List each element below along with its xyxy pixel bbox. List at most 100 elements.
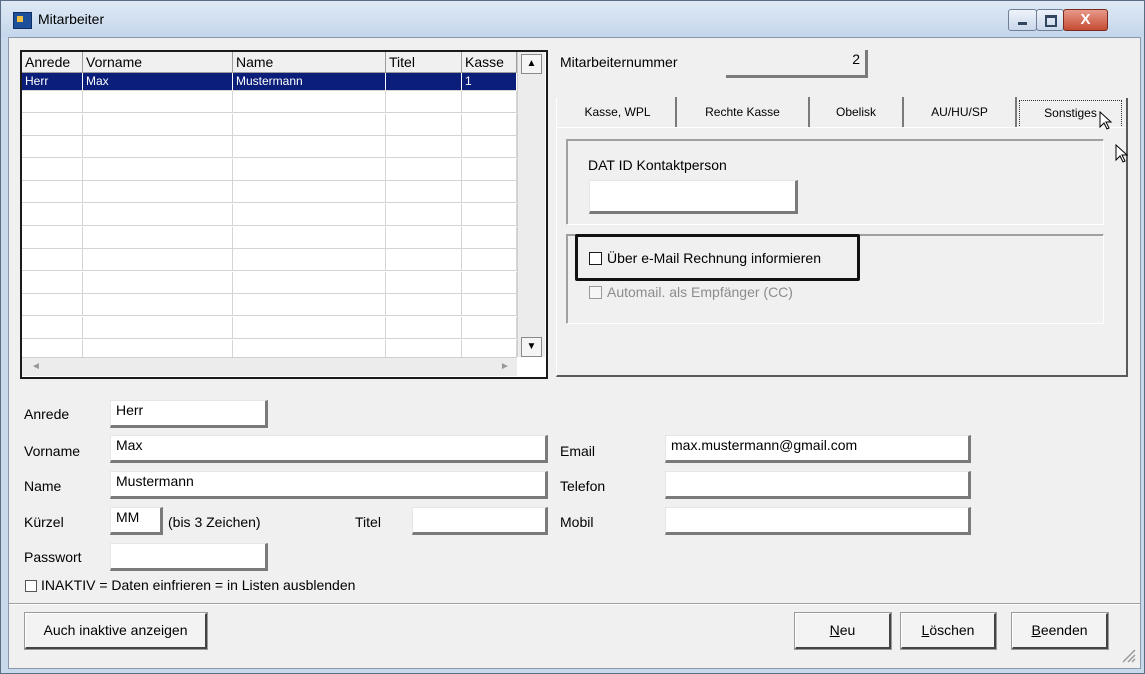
grid-header: Anrede Vorname Name Titel Kasse — [22, 52, 517, 73]
loeschen-button[interactable]: Löschen — [900, 612, 997, 650]
client-area: Anrede Vorname Name Titel Kasse Herr Max… — [8, 37, 1141, 669]
title-bar[interactable]: Mitarbeiter X — [1, 1, 1144, 37]
column-header-kasse[interactable]: Kasse — [462, 52, 517, 72]
table-row[interactable]: Herr Max Mustermann 1 — [22, 73, 517, 91]
cell-empty — [462, 226, 517, 249]
cell-empty — [462, 249, 517, 272]
cell-empty — [233, 294, 386, 317]
cell-empty — [462, 136, 517, 159]
cell-empty — [462, 113, 517, 136]
cursor-icon — [1115, 144, 1129, 163]
cell-empty — [22, 91, 83, 113]
email-input[interactable]: max.mustermann@gmail.com — [665, 435, 971, 463]
kuerzel-input[interactable]: MM — [110, 507, 163, 535]
window-title: Mitarbeiter — [38, 11, 105, 27]
cell-empty — [386, 204, 462, 226]
horizontal-scrollbar[interactable]: ◄ ► — [22, 357, 517, 376]
table-row-empty[interactable] — [22, 294, 517, 317]
cell-vorname: Max — [83, 73, 233, 91]
window: Mitarbeiter X Anrede Vorname Name Titel … — [0, 0, 1145, 674]
cell-empty — [386, 136, 462, 159]
passwort-input[interactable] — [110, 543, 268, 571]
mitarbeiternummer-label: Mitarbeiternummer — [560, 54, 678, 70]
telefon-input[interactable] — [665, 471, 971, 499]
anrede-input[interactable]: Herr — [110, 400, 268, 428]
tab-au-hu-sp[interactable]: AU/HU/SP — [904, 97, 1017, 127]
cell-empty — [83, 91, 233, 113]
app-icon — [13, 12, 32, 29]
loeschen-label: öschen — [929, 622, 975, 638]
beenden-label: eenden — [1040, 622, 1088, 638]
titel-input[interactable] — [412, 507, 548, 535]
table-row-empty[interactable] — [22, 181, 517, 204]
cell-empty — [22, 113, 83, 136]
email-label: Email — [560, 443, 596, 459]
employee-grid[interactable]: Anrede Vorname Name Titel Kasse Herr Max… — [20, 50, 548, 379]
mobil-input[interactable] — [665, 507, 971, 535]
table-row-empty[interactable] — [22, 113, 517, 136]
cell-empty — [83, 204, 233, 226]
vorname-label: Vorname — [24, 443, 81, 459]
cell-empty — [83, 181, 233, 204]
table-row-empty[interactable] — [22, 226, 517, 249]
email-invoice-label[interactable]: Über e-Mail Rechnung informieren — [607, 250, 821, 266]
scroll-up-icon[interactable]: ▲ — [521, 54, 542, 74]
cursor-icon — [1099, 111, 1113, 130]
dat-id-input[interactable] — [589, 180, 798, 214]
cell-empty — [83, 226, 233, 249]
email-invoice-checkbox[interactable] — [589, 252, 602, 265]
resize-grip-icon[interactable] — [1117, 644, 1137, 664]
close-button[interactable]: X — [1063, 9, 1108, 31]
cell-empty — [233, 204, 386, 226]
name-input[interactable]: Mustermann — [110, 471, 548, 499]
vorname-input[interactable]: Max — [110, 435, 548, 463]
automail-checkbox[interactable] — [589, 286, 602, 299]
scroll-down-icon[interactable]: ▼ — [521, 337, 542, 357]
tab-obelisk[interactable]: Obelisk — [810, 97, 904, 127]
cell-empty — [83, 158, 233, 181]
bottom-divider — [9, 603, 1140, 605]
cell-empty — [83, 317, 233, 339]
table-row-empty[interactable] — [22, 271, 517, 294]
cell-anrede: Herr — [22, 73, 83, 91]
table-row-empty[interactable] — [22, 158, 517, 181]
cell-empty — [462, 91, 517, 113]
cell-empty — [462, 317, 517, 339]
cell-titel — [386, 73, 462, 91]
scroll-left-icon[interactable]: ◄ — [28, 360, 44, 374]
column-header-vorname[interactable]: Vorname — [83, 52, 233, 72]
column-header-anrede[interactable]: Anrede — [22, 52, 83, 72]
column-header-name[interactable]: Name — [233, 52, 386, 72]
cell-name: Mustermann — [233, 73, 386, 91]
table-row-empty[interactable] — [22, 136, 517, 159]
tab-kasse-wpl[interactable]: Kasse, WPL — [560, 97, 677, 127]
table-row-empty[interactable] — [22, 204, 517, 226]
cell-empty — [462, 204, 517, 226]
table-row-empty[interactable] — [22, 249, 517, 272]
maximize-button[interactable] — [1036, 9, 1064, 31]
cell-empty — [386, 271, 462, 294]
table-row-empty[interactable] — [22, 317, 517, 339]
neu-button[interactable]: Neu — [794, 612, 892, 650]
inaktiv-checkbox[interactable] — [25, 580, 37, 592]
scroll-right-icon[interactable]: ► — [497, 360, 513, 374]
beenden-button[interactable]: Beenden — [1011, 612, 1109, 650]
inaktiv-label[interactable]: INAKTIV = Daten einfrieren = in Listen a… — [41, 577, 355, 593]
beenden-mnemonic: B — [1031, 622, 1041, 638]
cell-empty — [462, 158, 517, 181]
column-header-titel[interactable]: Titel — [386, 52, 462, 72]
kuerzel-label: Kürzel — [24, 514, 64, 530]
show-inactive-button[interactable]: Auch inaktive anzeigen — [24, 612, 208, 650]
minimize-button[interactable] — [1008, 9, 1037, 31]
mobil-label: Mobil — [560, 514, 594, 530]
cell-empty — [83, 271, 233, 294]
cell-empty — [386, 317, 462, 339]
cell-empty — [386, 181, 462, 204]
table-row-empty[interactable] — [22, 91, 517, 113]
cell-empty — [386, 158, 462, 181]
tab-rechte-kasse[interactable]: Rechte Kasse — [677, 97, 810, 127]
telefon-label: Telefon — [560, 478, 606, 494]
close-icon: X — [1080, 11, 1091, 28]
vertical-scrollbar[interactable]: ▲ ▼ — [517, 52, 545, 357]
cell-empty — [233, 249, 386, 272]
